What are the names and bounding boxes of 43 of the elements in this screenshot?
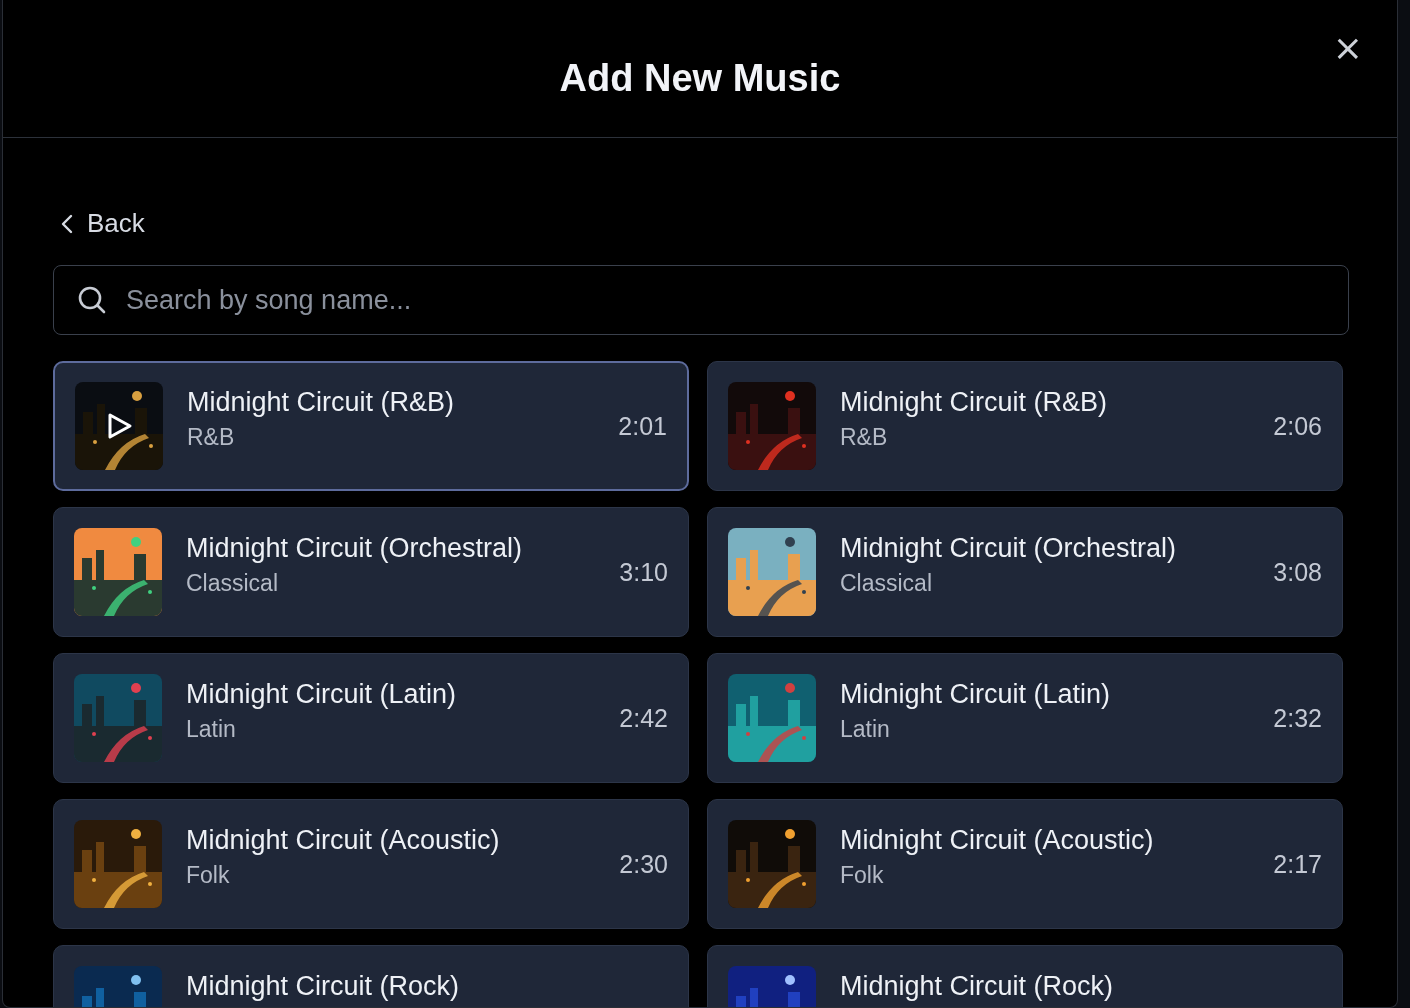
song-genre: Classical bbox=[840, 570, 934, 597]
song-duration: 2:17 bbox=[1273, 849, 1322, 879]
song-title: Midnight Circuit (Acoustic) bbox=[186, 825, 501, 856]
song-title: Midnight Circuit (R&B) bbox=[187, 387, 456, 418]
song-duration: 2:06 bbox=[1273, 411, 1322, 441]
song-card[interactable]: Midnight Circuit (R&B) R&B 2:01 bbox=[53, 361, 689, 491]
song-card[interactable]: Midnight Circuit (Acoustic) Folk 2:17 bbox=[707, 799, 1343, 929]
song-duration: 3:08 bbox=[1273, 557, 1322, 587]
search-icon bbox=[77, 285, 107, 315]
song-card[interactable]: Midnight Circuit (R&B) R&B 2:06 bbox=[707, 361, 1343, 491]
play-icon[interactable] bbox=[107, 412, 133, 440]
song-title: Midnight Circuit (Orchestral) bbox=[840, 533, 1178, 564]
song-card[interactable]: Midnight Circuit (Orchestral) Classical 3:08 bbox=[707, 507, 1343, 637]
song-duration: 2:01 bbox=[618, 411, 667, 441]
song-title: Midnight Circuit (Orchestral) bbox=[186, 533, 524, 564]
song-title: Midnight Circuit (Rock) bbox=[186, 971, 461, 1002]
back-button[interactable]: Back bbox=[53, 208, 145, 239]
song-card[interactable]: Midnight Circuit (Latin) Latin 2:42 bbox=[53, 653, 689, 783]
song-card[interactable]: Midnight Circuit (Rock) bbox=[707, 945, 1343, 1007]
song-title: Midnight Circuit (Rock) bbox=[840, 971, 1115, 1002]
song-title: Midnight Circuit (Latin) bbox=[186, 679, 458, 710]
song-card[interactable]: Midnight Circuit (Latin) Latin 2:32 bbox=[707, 653, 1343, 783]
song-genre: R&B bbox=[840, 424, 889, 451]
dialog-title: Add New Music bbox=[559, 57, 841, 100]
chevron-left-icon bbox=[61, 213, 73, 234]
song-title: Midnight Circuit (Latin) bbox=[840, 679, 1112, 710]
song-genre: R&B bbox=[187, 424, 236, 451]
song-duration: 3:10 bbox=[619, 557, 668, 587]
song-duration: 2:30 bbox=[619, 849, 668, 879]
song-card[interactable]: Midnight Circuit (Rock) bbox=[53, 945, 689, 1007]
song-duration: 2:42 bbox=[619, 703, 668, 733]
song-card[interactable]: Midnight Circuit (Orchestral) Classical 3:10 bbox=[53, 507, 689, 637]
song-genre: Latin bbox=[186, 716, 237, 743]
song-genre: Classical bbox=[186, 570, 280, 597]
song-title: Midnight Circuit (Acoustic) bbox=[840, 825, 1155, 856]
song-genre: Folk bbox=[840, 862, 885, 889]
song-genre: Folk bbox=[186, 862, 231, 889]
song-title: Midnight Circuit (R&B) bbox=[840, 387, 1109, 418]
song-duration: 2:32 bbox=[1273, 703, 1322, 733]
search-field[interactable]: Search by song name... bbox=[53, 265, 1349, 335]
song-genre: Latin bbox=[840, 716, 891, 743]
close-button[interactable]: × bbox=[1332, 30, 1363, 66]
song-card[interactable]: Midnight Circuit (Acoustic) Folk 2:30 bbox=[53, 799, 689, 929]
